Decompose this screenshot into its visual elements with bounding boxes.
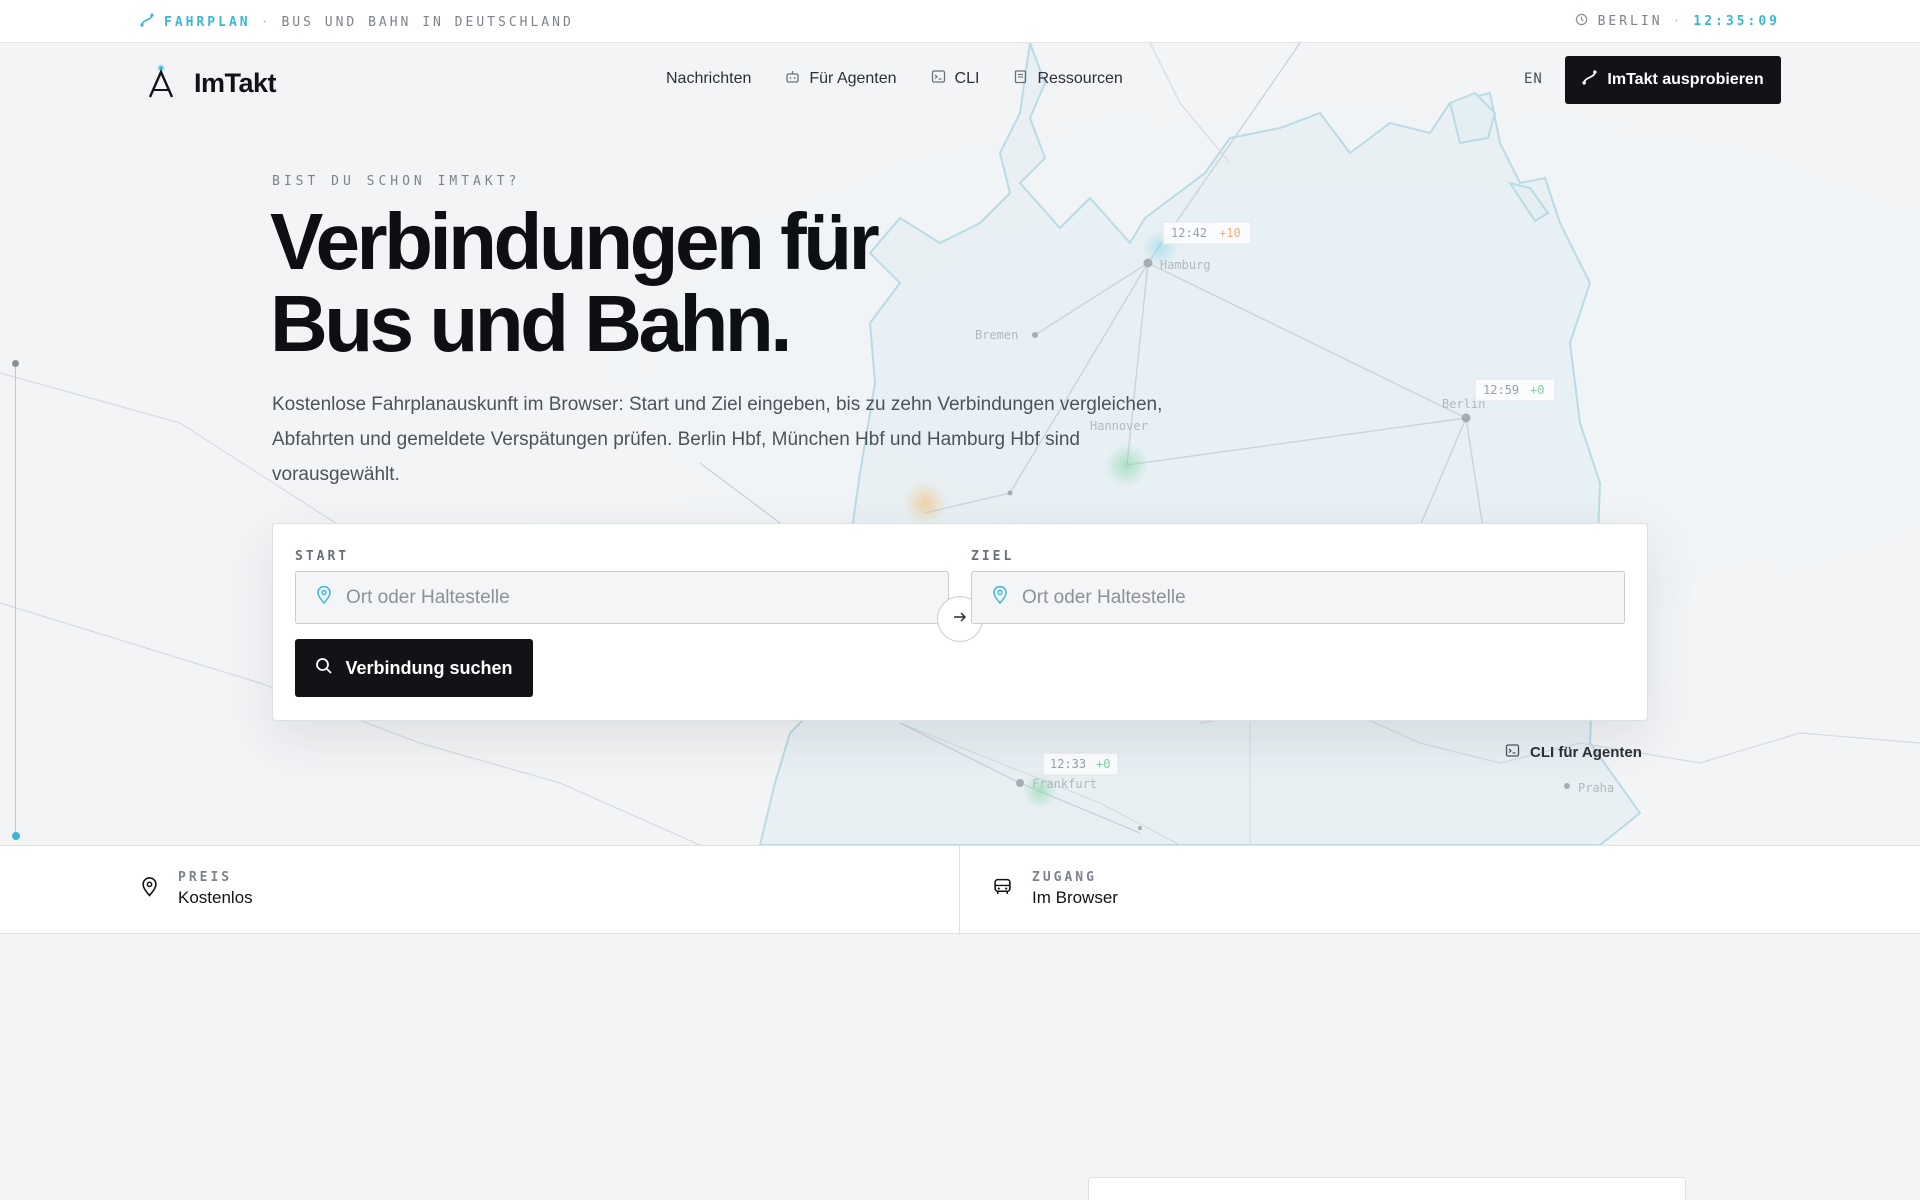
map-city-praha: Praha (1578, 781, 1614, 795)
page-title: Verbindungen für Bus und Bahn. (270, 197, 880, 368)
headline-line-1: Verbindungen für (270, 197, 880, 286)
map-city-bremen: Bremen (975, 328, 1018, 342)
search-form: START ZIEL Verbindung suchen (272, 523, 1648, 721)
main-nav: Nachrichten Für Agenten CLI Ressourcen (666, 69, 1123, 89)
map-delay-berlin: +0 (1530, 383, 1544, 397)
map-city-hamburg: Hamburg (1160, 258, 1211, 272)
map-delay-frankfurt: +0 (1096, 757, 1110, 771)
map-time-berlin: 12:59 (1483, 383, 1519, 397)
try-imtakt-button[interactable]: ImTakt ausprobieren (1565, 56, 1781, 104)
live-clock: 12:35:09 (1693, 14, 1780, 29)
cta-label: ImTakt ausprobieren (1607, 71, 1764, 88)
cli-link-label: CLI für Agenten (1530, 744, 1642, 761)
start-label: START (295, 549, 350, 564)
arrow-right-icon (952, 610, 968, 629)
hero: Hamburg Bremen Berlin Hannover Frankfurt… (0, 43, 1920, 845)
tagline: BUS UND BAHN IN DEUTSCHLAND (281, 14, 574, 30)
progress-line (15, 363, 16, 836)
nav-item-label: CLI (954, 70, 980, 87)
progress-dot-top (12, 360, 19, 367)
dest-field[interactable] (971, 571, 1625, 624)
separator: · (260, 14, 272, 30)
feature-value: Kostenlos (178, 888, 253, 907)
search-icon (315, 657, 333, 680)
robot-icon (785, 69, 800, 89)
book-icon (1013, 69, 1028, 89)
route-icon (1582, 70, 1597, 90)
language-switch[interactable]: EN (1524, 71, 1543, 87)
search-button-label: Verbindung suchen (345, 657, 513, 678)
map-time-frankfurt: 12:33 (1050, 757, 1086, 771)
start-input[interactable] (346, 586, 906, 609)
nav-item-label: Für Agenten (809, 70, 897, 87)
top-strip-left: FAHRPLAN · BUS UND BAHN IN DEUTSCHLAND (140, 13, 574, 31)
dest-input[interactable] (1022, 586, 1582, 609)
terminal-icon (931, 69, 946, 89)
route-icon (140, 13, 154, 31)
terminal-icon (1505, 743, 1520, 762)
map-time-hamburg: 12:42 (1171, 226, 1207, 240)
feature-access: ZUGANG Im Browser (993, 870, 1118, 908)
clock-icon (1575, 13, 1588, 30)
headline-line-2: Bus und Bahn. (270, 279, 792, 368)
nav-item-cli[interactable]: CLI (931, 69, 980, 89)
map-delay-hamburg: +10 (1219, 226, 1241, 240)
start-field[interactable] (295, 571, 949, 624)
bus-icon (993, 877, 1012, 901)
eyebrow: BIST DU SCHON IMTAKT? (272, 174, 521, 189)
feature-key: ZUGANG (1032, 870, 1097, 885)
map-pin-icon (316, 585, 332, 609)
feature-price: PREIS Kostenlos (141, 870, 253, 908)
nav-item-nachrichten[interactable]: Nachrichten (666, 69, 751, 89)
city-label: BERLIN (1597, 14, 1663, 29)
divider (959, 846, 960, 935)
map-city-frankfurt: Frankfurt (1032, 777, 1097, 791)
feature-value: Im Browser (1032, 888, 1118, 907)
map-pin-icon (992, 585, 1008, 609)
cli-agents-link[interactable]: CLI für Agenten (1505, 743, 1642, 762)
top-strip-right: BERLIN · 12:35:09 (1575, 13, 1780, 30)
brand-name: ImTakt (194, 68, 277, 98)
top-strip: FAHRPLAN · BUS UND BAHN IN DEUTSCHLAND B… (0, 0, 1920, 43)
content-card-partial (1088, 1177, 1686, 1200)
nav-item-label: Ressourcen (1037, 70, 1123, 87)
nav-item-ressourcen[interactable]: Ressourcen (1013, 69, 1123, 89)
section-label: FAHRPLAN (164, 14, 251, 30)
map-pin-icon (141, 876, 158, 902)
search-button[interactable]: Verbindung suchen (295, 639, 533, 697)
lede: Kostenlose Fahrplanauskunft im Browser: … (272, 394, 1163, 485)
feature-bar: PREIS Kostenlos ZUGANG Im Browser (0, 845, 1920, 935)
logo-icon (146, 63, 176, 104)
city-separator: · (1672, 14, 1684, 29)
brand-logo[interactable]: ImTakt (146, 63, 277, 104)
nav-item-label: Nachrichten (666, 70, 752, 87)
dest-label: ZIEL (971, 549, 1015, 564)
nav-item-agenten[interactable]: Für Agenten (785, 69, 897, 89)
feature-key: PREIS (178, 870, 233, 885)
progress-dot-bottom (12, 832, 20, 840)
